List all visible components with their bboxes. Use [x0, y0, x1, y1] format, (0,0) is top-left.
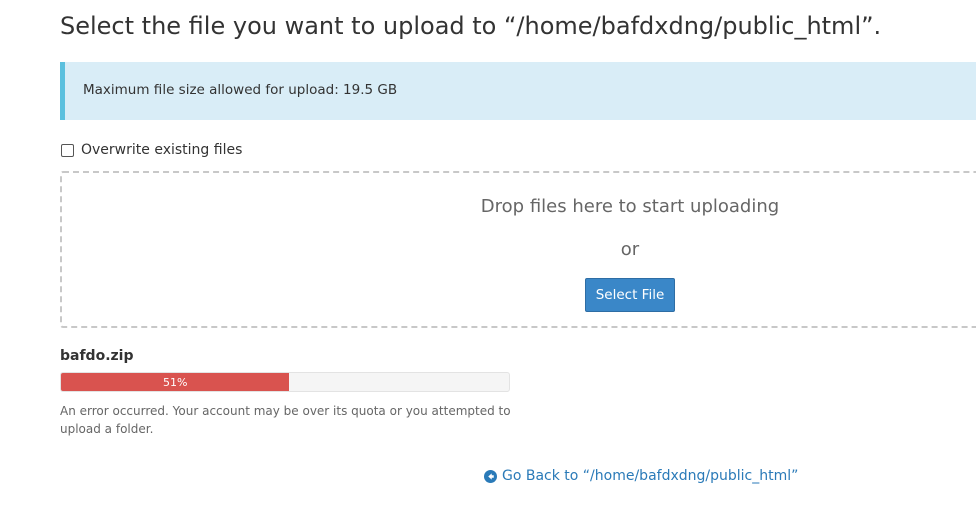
upload-error-message: An error occurred. Your account may be o… — [60, 404, 511, 436]
dropzone-or-text: or — [620, 239, 640, 260]
go-back-label: Go Back to “/home/bafdxdng/public_html” — [502, 468, 799, 484]
dropzone-instructions: Drop files here to start uploading — [480, 196, 780, 217]
select-file-button[interactable]: Select File — [585, 278, 675, 312]
overwrite-checkbox[interactable] — [61, 143, 74, 157]
max-size-info-box: Maximum file size allowed for upload: 19… — [60, 62, 976, 120]
max-size-text: Maximum file size allowed for upload: 19… — [83, 82, 398, 98]
overwrite-option[interactable]: Overwrite existing files — [60, 140, 242, 160]
arrow-circle-left-icon — [484, 469, 497, 483]
file-dropzone[interactable] — [60, 171, 976, 328]
upload-page: Select the file you want to upload to “/… — [0, 0, 976, 508]
page-title: Select the file you want to upload to “/… — [60, 12, 882, 40]
upload-file-name: bafdo.zip — [60, 348, 134, 364]
go-back-link[interactable]: Go Back to “/home/bafdxdng/public_html” — [484, 468, 798, 484]
overwrite-label: Overwrite existing files — [81, 142, 243, 158]
upload-progress-bar: 51% — [60, 372, 510, 392]
upload-progress-fill: 51% — [61, 373, 290, 391]
